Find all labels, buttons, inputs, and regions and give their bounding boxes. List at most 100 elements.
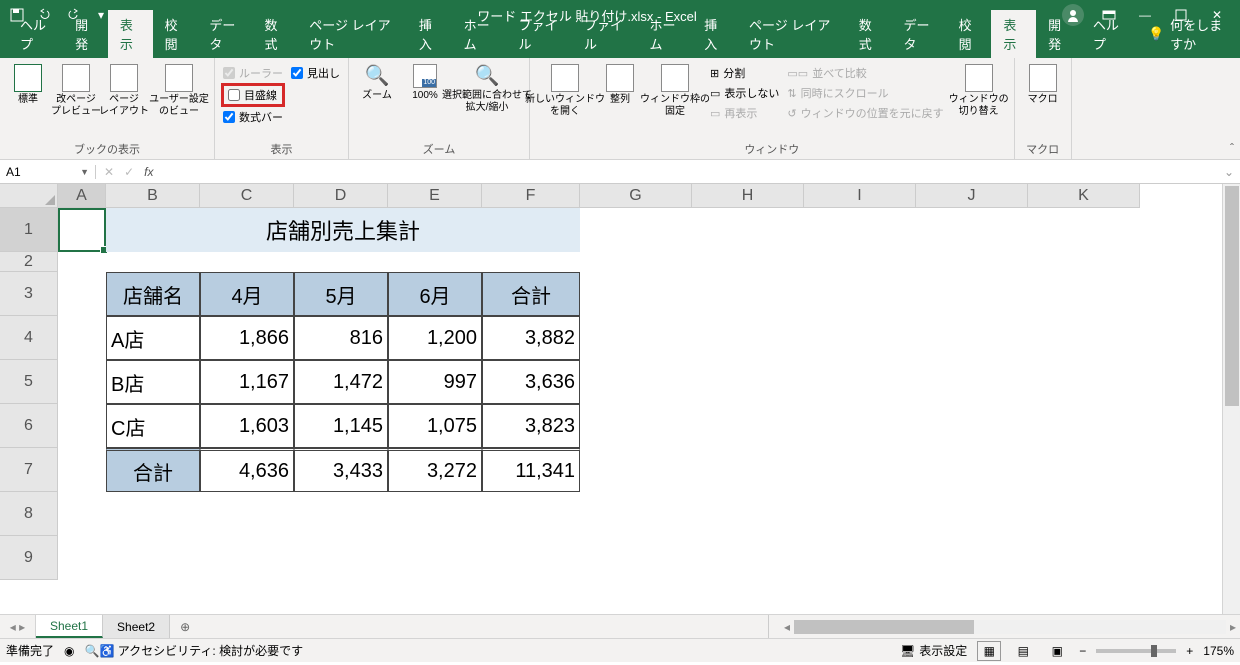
- cell[interactable]: 店舗名: [106, 272, 200, 316]
- tab-開発[interactable]: 開発: [1036, 10, 1081, 58]
- zoom-button[interactable]: 🔍ズーム: [355, 62, 399, 104]
- zoom-slider[interactable]: [1096, 649, 1176, 653]
- row-header-6[interactable]: 6: [0, 404, 58, 448]
- cell[interactable]: A店: [106, 316, 200, 360]
- scrollbar-thumb[interactable]: [1225, 186, 1239, 406]
- cell[interactable]: 1,866: [200, 316, 294, 360]
- cell[interactable]: 合計: [106, 448, 200, 492]
- new-window-button[interactable]: 新しいウィンドウ を開く: [536, 62, 594, 120]
- tab-ページ レイアウト[interactable]: ページ レイアウト: [297, 10, 407, 58]
- tab-ヘルプ[interactable]: ヘルプ: [8, 10, 63, 58]
- zoom-slider-knob[interactable]: [1151, 645, 1157, 657]
- cell[interactable]: 6月: [388, 272, 482, 316]
- tab-表示[interactable]: 表示: [108, 10, 153, 58]
- vertical-scrollbar[interactable]: [1222, 184, 1240, 614]
- col-header-K[interactable]: K: [1028, 184, 1140, 208]
- tab-校閲[interactable]: 校閲: [947, 10, 992, 58]
- cell[interactable]: 1,603: [200, 404, 294, 448]
- scrollbar-thumb[interactable]: [794, 620, 974, 634]
- cell[interactable]: 3,636: [482, 360, 580, 404]
- worksheet-grid[interactable]: ABCDEFGHIJK 123456789 店舗別売上集計店舗名4月5月6月合計…: [0, 184, 1240, 614]
- view-normal-button[interactable]: 標準: [6, 62, 50, 108]
- zoom-100-button[interactable]: 100100%: [403, 62, 447, 104]
- cell[interactable]: 816: [294, 316, 388, 360]
- cell[interactable]: C店: [106, 404, 200, 448]
- sheet-tab-Sheet1[interactable]: Sheet1: [36, 615, 103, 638]
- cell[interactable]: 1,167: [200, 360, 294, 404]
- zoom-to-selection-button[interactable]: 🔍選択範囲に合わせて 拡大/縮小: [451, 62, 523, 116]
- col-header-D[interactable]: D: [294, 184, 388, 208]
- arrange-button[interactable]: 整列: [598, 62, 642, 108]
- checkbox-gridlines[interactable]: 目盛線: [226, 86, 279, 104]
- tab-ホーム[interactable]: ホーム: [452, 10, 507, 58]
- zoom-level[interactable]: 175%: [1203, 644, 1234, 658]
- col-header-E[interactable]: E: [388, 184, 482, 208]
- sheet-tab-Sheet2[interactable]: Sheet2: [103, 615, 170, 638]
- tab-ページ レイアウト[interactable]: ページ レイアウト: [737, 10, 847, 58]
- row-header-3[interactable]: 3: [0, 272, 58, 316]
- display-settings-button[interactable]: 🖥表示設定: [900, 642, 967, 659]
- tab-ファイル[interactable]: ファイル: [572, 10, 638, 58]
- horizontal-scrollbar[interactable]: [794, 620, 1226, 634]
- view-customview-button[interactable]: ユーザー設定 のビュー: [150, 62, 208, 120]
- split-button[interactable]: ⊞分割: [708, 64, 781, 82]
- cell[interactable]: 5月: [294, 272, 388, 316]
- expand-formula-icon[interactable]: ⌄: [1218, 165, 1240, 179]
- tab-ホーム[interactable]: ホーム: [637, 10, 692, 58]
- tab-開発[interactable]: 開発: [63, 10, 108, 58]
- cell[interactable]: 1,075: [388, 404, 482, 448]
- col-header-H[interactable]: H: [692, 184, 804, 208]
- hide-button[interactable]: ▭表示しない: [708, 84, 781, 102]
- formula-input[interactable]: [161, 160, 1217, 183]
- sheet-nav-prev[interactable]: ◂ ▸: [0, 615, 36, 638]
- cell[interactable]: 3,272: [388, 448, 482, 492]
- title-cell[interactable]: 店舗別売上集計: [106, 208, 580, 252]
- checkbox-headings[interactable]: 見出し: [289, 64, 342, 82]
- cell[interactable]: 3,882: [482, 316, 580, 360]
- scroll-left-icon[interactable]: ◂: [784, 620, 790, 634]
- col-header-I[interactable]: I: [804, 184, 916, 208]
- macro-button[interactable]: マクロ: [1021, 62, 1065, 108]
- cell[interactable]: B店: [106, 360, 200, 404]
- select-all-button[interactable]: [0, 184, 58, 208]
- zoom-in-button[interactable]: +: [1186, 644, 1193, 658]
- horizontal-splitter[interactable]: [768, 615, 780, 638]
- col-header-F[interactable]: F: [482, 184, 580, 208]
- row-header-1[interactable]: 1: [0, 208, 58, 252]
- tab-数式[interactable]: 数式: [847, 10, 892, 58]
- tab-挿入[interactable]: 挿入: [407, 10, 452, 58]
- tab-数式[interactable]: 数式: [253, 10, 298, 58]
- scroll-right-icon[interactable]: ▸: [1230, 620, 1236, 634]
- tab-データ[interactable]: データ: [891, 10, 946, 58]
- view-pagelayout-icon[interactable]: ▤: [1011, 641, 1035, 661]
- row-header-2[interactable]: 2: [0, 252, 58, 272]
- cell[interactable]: 3,433: [294, 448, 388, 492]
- col-header-A[interactable]: A: [58, 184, 106, 208]
- freeze-panes-button[interactable]: ウィンドウ枠の 固定: [646, 62, 704, 120]
- fx-icon[interactable]: fx: [144, 165, 153, 179]
- row-header-5[interactable]: 5: [0, 360, 58, 404]
- view-pagebreak-icon[interactable]: ▣: [1045, 641, 1069, 661]
- col-header-J[interactable]: J: [916, 184, 1028, 208]
- cell[interactable]: 1,145: [294, 404, 388, 448]
- cell[interactable]: 3,823: [482, 404, 580, 448]
- checkbox-formulabar[interactable]: 数式バー: [221, 108, 285, 126]
- cell[interactable]: 4月: [200, 272, 294, 316]
- tab-挿入[interactable]: 挿入: [692, 10, 737, 58]
- accessibility-status[interactable]: 🔍♿ アクセシビリティ: 検討が必要です: [85, 642, 304, 659]
- macro-record-icon[interactable]: ◉: [64, 644, 74, 658]
- tab-校閲[interactable]: 校閲: [153, 10, 198, 58]
- cell[interactable]: 1,472: [294, 360, 388, 404]
- cell[interactable]: 1,200: [388, 316, 482, 360]
- row-header-7[interactable]: 7: [0, 448, 58, 492]
- row-header-8[interactable]: 8: [0, 492, 58, 536]
- tab-データ[interactable]: データ: [197, 10, 252, 58]
- col-header-C[interactable]: C: [200, 184, 294, 208]
- add-sheet-button[interactable]: ⊕: [170, 615, 200, 638]
- cell[interactable]: 4,636: [200, 448, 294, 492]
- row-header-4[interactable]: 4: [0, 316, 58, 360]
- cell[interactable]: 合計: [482, 272, 580, 316]
- view-normal-icon[interactable]: ▦: [977, 641, 1001, 661]
- name-box[interactable]: A1▼: [0, 165, 96, 179]
- cell[interactable]: 997: [388, 360, 482, 404]
